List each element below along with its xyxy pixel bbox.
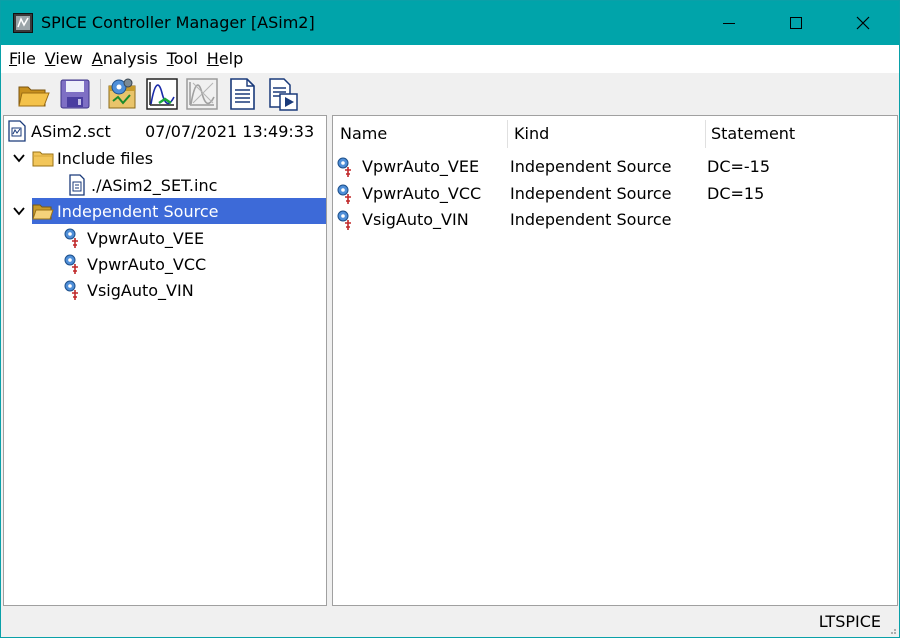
source-gear-icon: [62, 227, 84, 249]
list-header: Name Kind Statement: [333, 116, 897, 152]
run-gear-icon: [108, 78, 136, 109]
close-icon: [856, 16, 870, 30]
tree-item-label: VsigAuto_VIN: [87, 280, 194, 300]
tree-root[interactable]: ASim2.sct 07/07/2021 13:49:33: [6, 118, 314, 144]
tree-item-independent-source[interactable]: Independent Source: [32, 198, 326, 224]
minimize-icon: [723, 23, 735, 24]
menu-file[interactable]: File: [7, 45, 38, 73]
document-button[interactable]: [225, 76, 259, 112]
cell-kind: Independent Source: [510, 210, 672, 229]
column-header-kind[interactable]: Kind: [507, 116, 549, 152]
tree-item-label: ./ASim2_SET.inc: [91, 175, 218, 195]
play-document-icon: [269, 78, 298, 111]
cell-kind: Independent Source: [510, 157, 672, 176]
column-header-statement[interactable]: Statement: [704, 116, 795, 152]
folder-icon: [32, 147, 54, 169]
tree-item-source[interactable]: VpwrAuto_VEE: [62, 225, 207, 251]
tree-item-label: VpwrAuto_VEE: [87, 228, 205, 248]
run-controller-button[interactable]: [105, 76, 139, 112]
chevron-down-icon[interactable]: [12, 204, 26, 218]
cell-statement: DC=15: [707, 184, 765, 203]
minimize-button[interactable]: [695, 1, 763, 45]
status-simulator: LTSPICE: [818, 612, 881, 631]
tree-item-source[interactable]: VpwrAuto_VCC: [62, 251, 209, 277]
inc-file-icon: [66, 174, 88, 196]
app-icon: [13, 13, 33, 33]
menu-bar: File View Analysis Tool Help: [1, 45, 899, 73]
cell-name: VpwrAuto_VEE: [362, 157, 480, 176]
cell-name: VpwrAuto_VCC: [362, 184, 482, 203]
cell-name: VsigAuto_VIN: [362, 210, 469, 229]
cell-kind: Independent Source: [510, 184, 672, 203]
close-button[interactable]: [829, 1, 897, 45]
cell-statement: DC=-15: [707, 157, 771, 176]
tree-item-label: Include files: [57, 148, 154, 168]
project-tree[interactable]: ASim2.sct 07/07/2021 13:49:33 Include fi…: [3, 115, 327, 606]
toolbar-separator: [100, 79, 101, 109]
menu-tool[interactable]: Tool: [165, 45, 200, 73]
source-gear-icon: [62, 253, 84, 275]
source-gear-icon: [335, 209, 357, 239]
title-bar[interactable]: SPICE Controller Manager [ASim2]: [1, 1, 899, 45]
window-title: SPICE Controller Manager [ASim2]: [41, 13, 315, 32]
menu-analysis[interactable]: Analysis: [90, 45, 160, 73]
details-list[interactable]: Name Kind Statement VpwrAuto_VEE Indepen…: [332, 115, 898, 606]
list-row[interactable]: VpwrAuto_VCC Independent Source DC=15: [333, 181, 897, 207]
tree-item-inc-file[interactable]: ./ASim2_SET.inc: [66, 172, 220, 198]
toolbar: [1, 73, 899, 115]
tree-item-source[interactable]: VsigAuto_VIN: [62, 277, 197, 303]
app-window: SPICE Controller Manager [ASim2] File Vi…: [0, 0, 900, 638]
open-button[interactable]: [17, 76, 51, 112]
maximize-icon: [790, 17, 802, 29]
waveform-button[interactable]: [145, 76, 179, 112]
tree-root-timestamp: 07/07/2021 13:49:33: [145, 121, 315, 141]
resize-grip-icon[interactable]: [887, 625, 897, 635]
source-gear-icon: [62, 279, 84, 301]
tree-root-label: ASim2.sct: [31, 121, 111, 141]
list-row[interactable]: VpwrAuto_VEE Independent Source DC=-15: [333, 154, 897, 180]
status-bar: LTSPICE: [1, 606, 899, 637]
maximize-button[interactable]: [762, 1, 830, 45]
chevron-down-icon[interactable]: [12, 151, 26, 165]
tree-item-label: Independent Source: [57, 201, 219, 221]
tree-item-label: VpwrAuto_VCC: [87, 254, 207, 274]
save-button[interactable]: [58, 76, 92, 112]
menu-help[interactable]: Help: [205, 45, 245, 73]
tree-item-include-files[interactable]: Include files: [32, 145, 156, 171]
open-folder-icon: [32, 200, 54, 222]
list-row[interactable]: VsigAuto_VIN Independent Source: [333, 207, 897, 233]
sct-file-icon: [6, 120, 28, 142]
run-document-button[interactable]: [266, 76, 300, 112]
save-disk-icon: [60, 79, 90, 109]
waveform-disabled-icon: [186, 78, 218, 110]
document-icon: [230, 78, 255, 110]
waveform-icon: [146, 78, 178, 110]
menu-view[interactable]: View: [43, 45, 85, 73]
waveform-compare-button: [185, 76, 219, 112]
column-header-name[interactable]: Name: [333, 116, 387, 152]
open-folder-icon: [18, 86, 50, 107]
